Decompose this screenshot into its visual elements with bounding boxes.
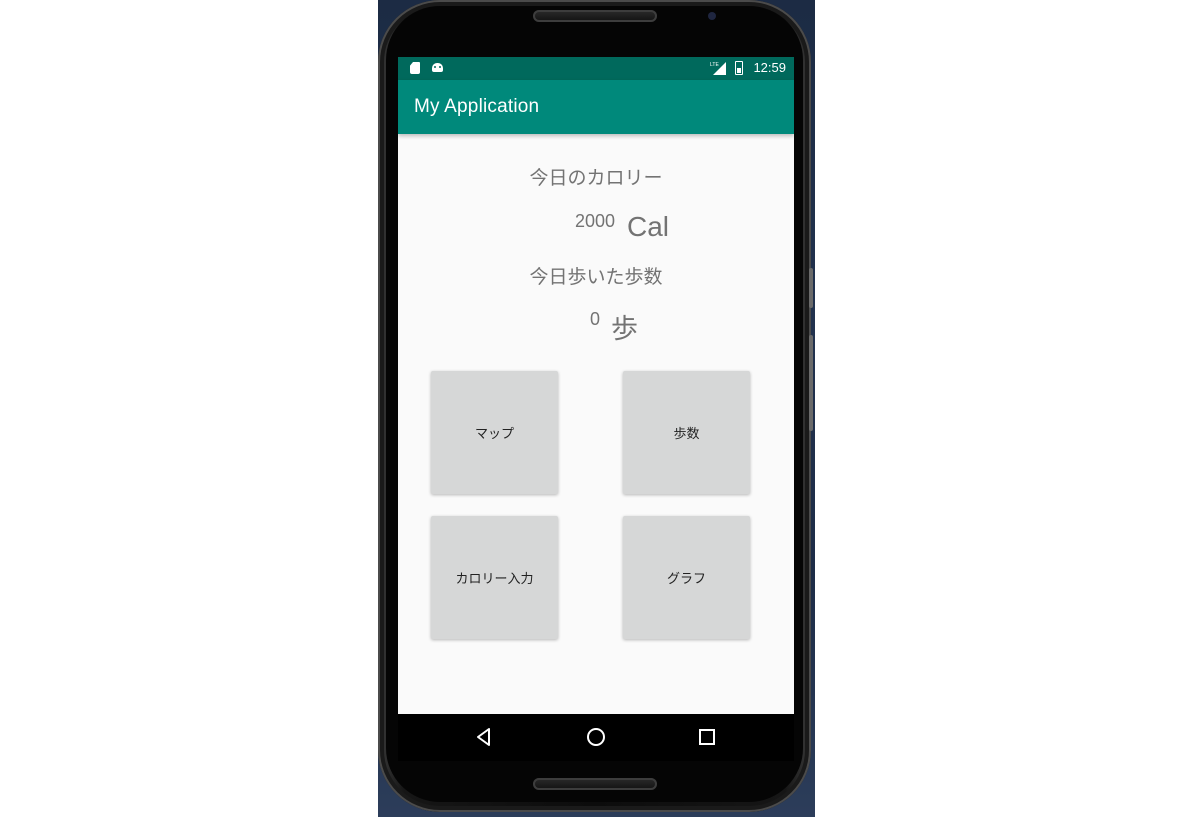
svg-text:LTE: LTE: [710, 62, 719, 68]
status-time: 12:59: [753, 60, 786, 75]
recents-icon[interactable]: [696, 726, 718, 748]
calorie-input-button[interactable]: カロリー入力: [431, 516, 558, 639]
top-speaker: [533, 10, 657, 22]
emulator-stage: LTE 12:59 My Application 今日のカロリー 2000 Ca…: [0, 0, 1200, 820]
android-debug-icon: [432, 63, 443, 72]
phone-screen: LTE 12:59 My Application 今日のカロリー 2000 Ca…: [398, 57, 794, 761]
volume-button: [809, 268, 813, 308]
navigation-bar: [398, 714, 794, 761]
calories-value: 2000: [575, 211, 616, 231]
front-camera: [708, 12, 716, 20]
steps-button[interactable]: 歩数: [623, 371, 750, 494]
app-bar: My Application: [398, 80, 794, 134]
lte-signal-icon: LTE: [710, 62, 726, 75]
app-title: My Application: [414, 96, 540, 117]
bottom-speaker: [533, 778, 657, 790]
home-icon[interactable]: [585, 726, 607, 748]
map-button[interactable]: マップ: [431, 371, 558, 494]
sd-card-icon: [410, 62, 420, 74]
calories-label: 今日のカロリー: [529, 167, 663, 189]
steps-unit: 歩: [611, 314, 638, 345]
status-bar: LTE 12:59: [398, 57, 794, 80]
power-button: [809, 335, 813, 431]
steps-value: 0: [590, 309, 601, 329]
battery-charging-icon: [735, 61, 743, 75]
back-icon[interactable]: [474, 726, 496, 748]
calories-unit: Cal: [627, 211, 670, 242]
steps-label: 今日歩いた歩数: [529, 266, 663, 288]
graph-button[interactable]: グラフ: [623, 516, 750, 639]
